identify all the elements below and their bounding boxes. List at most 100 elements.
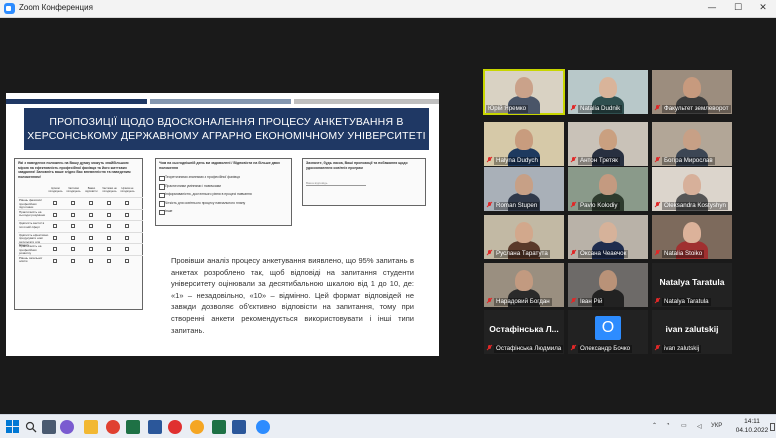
mic-muted-icon [571, 202, 576, 208]
windows-start-icon[interactable] [6, 420, 20, 434]
matrix-checkbox [53, 247, 57, 251]
matrix-checkbox [89, 201, 93, 205]
participant-name: Natalia Stoiko [662, 250, 705, 258]
cortana-icon[interactable] [60, 420, 74, 434]
excel-icon[interactable] [126, 420, 140, 434]
survey-panel-checkboxes: Чим на сьогоднішній день ви задоволені /… [155, 158, 292, 226]
matrix-row: Практичність на сьогодні розуміння [18, 208, 143, 221]
participant-tile[interactable]: Антон Третяк [568, 122, 648, 166]
participant-name: Олександр Бочко [578, 345, 633, 353]
zoom-app-icon [4, 3, 15, 14]
wifi-icon[interactable]: ◔ [666, 422, 670, 428]
matrix-body: Рівень фахових/професійних підготовки Пра… [18, 197, 143, 266]
shared-screen-slide: ПРОПОЗИЦІЇ ЩОДО ВДОСКОНАЛЕННЯ ПРОЦЕСУ АН… [6, 93, 439, 356]
participant-video-head [515, 270, 533, 291]
matrix-checkbox [53, 235, 57, 240]
matrix-checkbox [107, 212, 111, 217]
participant-tile[interactable]: Руслана Таратута [484, 215, 564, 259]
matrix-checkbox [89, 247, 93, 251]
search-icon[interactable] [25, 420, 37, 433]
slide-title: ПРОПОЗИЦІЇ ЩОДО ВДОСКОНАЛЕННЯ ПРОЦЕСУ АН… [24, 108, 429, 150]
matrix-question-title: Які з наведених положень на Вашу думку м… [18, 161, 131, 179]
checkbox-option: Чіткість для освітнього процесу навчальн… [156, 201, 291, 210]
participant-tile[interactable]: Oleksandra Kostyshyn [652, 167, 732, 211]
mic-muted-icon [571, 157, 576, 163]
chrome-icon[interactable] [106, 420, 120, 434]
matrix-row: Практичність на професійних розвитку [18, 243, 143, 255]
notifications-icon[interactable] [770, 423, 775, 431]
slide-topbar-1 [6, 99, 147, 104]
participant-name: Roman Stupen [494, 202, 540, 210]
participant-tile[interactable]: Нарадовий Богдан [484, 263, 564, 307]
file-explorer-icon[interactable] [84, 420, 98, 434]
participant-tile[interactable]: Факультет землеворот [652, 70, 732, 114]
open-answer-field: Ваша відповідь [306, 181, 366, 186]
participant-tile[interactable]: Іван Рій [568, 263, 648, 307]
mic-muted-icon [571, 345, 576, 351]
participant-tile[interactable]: Halyna Dudych [484, 122, 564, 166]
participant-tile[interactable]: Юрій Яремко [483, 69, 565, 115]
participant-video-head [683, 129, 701, 150]
participant-tile[interactable]: Pavlo Kolodiy [568, 167, 648, 211]
matrix-row: Рівень фахових/професійних підготовки [18, 197, 143, 209]
checkbox-options: Теоретичними знаннями з професійної фахі… [156, 175, 291, 218]
matrix-row: Здатність вести/ в поточній сфері [18, 220, 143, 232]
minimize-button[interactable]: — [700, 1, 724, 16]
participant-tile[interactable]: Оксана Чеаечок [568, 215, 648, 259]
participant-tile[interactable]: Natalya Taratula Natalya Taratula [652, 263, 732, 307]
participant-name: Юрій Яремко [486, 105, 529, 113]
matrix-checkbox [53, 258, 57, 263]
participant-video-head [683, 174, 701, 195]
excel-icon[interactable] [212, 420, 226, 434]
matrix-checkbox [71, 258, 75, 263]
matrix-col-header: Частково погоджуюсь [66, 187, 81, 193]
matrix-row-label: Рівень загальної освіти [19, 255, 43, 264]
task-view-icon[interactable] [42, 420, 56, 434]
mic-muted-icon [487, 202, 492, 208]
chevron-up-icon[interactable]: ⌃ [652, 422, 657, 429]
participant-tile[interactable]: ivan zalutskij ivan zalutskij [652, 310, 732, 354]
zoom-icon[interactable] [256, 420, 270, 434]
volume-icon[interactable]: ◁ [697, 423, 702, 430]
matrix-row-label: Здатність вести/ в поточній сфері [19, 221, 45, 229]
maximize-button[interactable]: ☐ [726, 1, 750, 16]
matrix-checkbox [71, 201, 75, 205]
word-icon[interactable] [148, 420, 162, 434]
participant-name: Oleksandra Kostyshyn [662, 202, 728, 210]
matrix-checkbox [53, 201, 57, 205]
participant-tile[interactable]: Богіра Мирослав [652, 122, 732, 166]
matrix-row-label: Практичність на сьогодні розуміння [19, 209, 46, 218]
yandex-icon[interactable] [168, 420, 182, 434]
participant-tile[interactable]: Natalia Dudnik [568, 70, 648, 114]
matrix-checkbox [71, 235, 75, 240]
participant-name: Нарадовий Богдан [494, 298, 552, 306]
mic-muted-icon [571, 250, 576, 256]
word-icon[interactable] [232, 420, 246, 434]
participant-name: Оксана Чеаечок [578, 250, 629, 258]
matrix-checkbox [107, 258, 111, 263]
open-question-title: Зазначте, будь ласка, Ваші пропозиції та… [306, 161, 408, 170]
participant-tile[interactable]: О Олександр Бочко [568, 310, 648, 354]
participant-display-name: ivan zalutskij [665, 324, 719, 334]
system-clock[interactable]: 14:11 04.10.2022 [734, 417, 770, 435]
matrix-checkbox [71, 247, 75, 251]
participant-tile[interactable]: Roman Stupen [484, 167, 564, 211]
language-indicator[interactable]: УКР [711, 423, 722, 429]
matrix-col-header: Важко відповісти [85, 187, 98, 193]
mic-muted-icon [487, 345, 492, 351]
matrix-table: Цілком погоджуюсь Частково погоджуюсь Важк… [18, 187, 143, 266]
participant-name: Halyna Dudych [494, 157, 540, 165]
yandex-browser-icon[interactable] [190, 420, 204, 434]
matrix-checkbox [107, 247, 111, 251]
participant-video-head [515, 129, 533, 150]
mic-muted-icon [655, 298, 660, 304]
matrix-checkbox [125, 247, 129, 251]
matrix-checkbox [89, 235, 93, 240]
participant-name: Руслана Таратута [494, 250, 550, 258]
matrix-checkbox [107, 235, 111, 240]
participant-video-head [599, 174, 617, 195]
battery-icon[interactable]: ▭ [681, 422, 687, 429]
close-button[interactable]: ✕ [751, 1, 775, 16]
participant-tile[interactable]: Остафінська Л... Остафінська Людмила [484, 310, 564, 354]
participant-tile[interactable]: Natalia Stoiko [652, 215, 732, 259]
